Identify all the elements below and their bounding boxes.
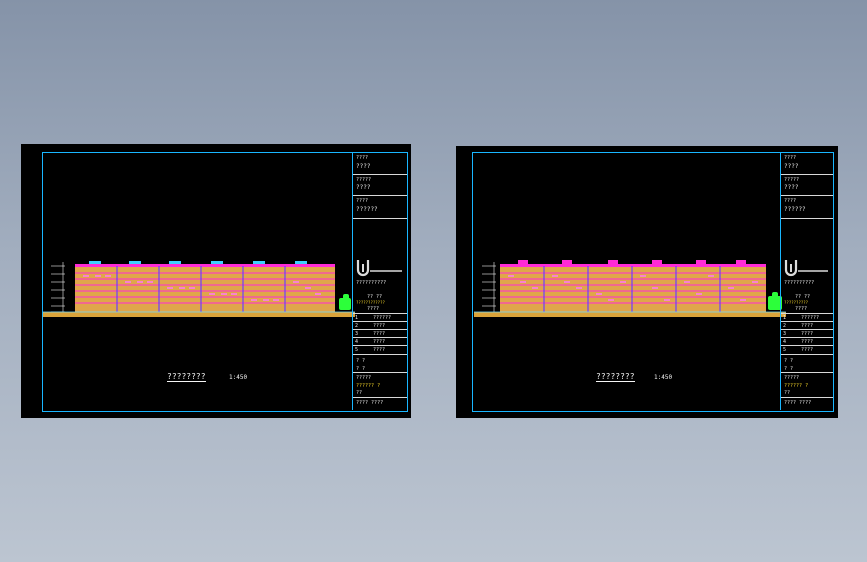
drawing-title: ???????? bbox=[596, 372, 635, 382]
drawing-scale: 1:450 bbox=[654, 374, 673, 381]
sign-row: ????? bbox=[356, 375, 372, 381]
tree-icon bbox=[339, 294, 351, 310]
drawing-sheet-2[interactable]: ???????? 1:450 ???? ???? ????? ???? ????… bbox=[456, 146, 838, 418]
building-elevation[interactable] bbox=[43, 254, 355, 324]
list-value: ???? bbox=[373, 347, 386, 353]
level-markers bbox=[482, 262, 496, 314]
tb-row: ???? bbox=[356, 163, 371, 170]
tb-row: ???? bbox=[784, 198, 797, 204]
list-code: 5 bbox=[355, 347, 359, 353]
sign-row: ?? bbox=[784, 390, 791, 396]
tb-row: ???? bbox=[356, 155, 369, 161]
designer-logo-icon bbox=[356, 260, 402, 277]
tb-row: ?????? bbox=[356, 206, 378, 213]
sign-row: ????? bbox=[784, 375, 800, 381]
tb-row: ???? bbox=[784, 163, 799, 170]
sign-row: ?????? ? bbox=[784, 383, 809, 389]
tb-row: ????? bbox=[784, 177, 800, 183]
roof-parapet bbox=[500, 264, 766, 267]
list-code: 5 bbox=[783, 347, 787, 353]
company-line: ?????????? bbox=[356, 280, 387, 286]
sign-row: ? ? bbox=[784, 358, 794, 364]
list-value: ???? bbox=[801, 347, 814, 353]
title-block: ???? ???? ????? ???? ???? ?????? ???????… bbox=[352, 152, 407, 410]
roof-structures bbox=[518, 260, 746, 264]
roof-parapet bbox=[75, 264, 335, 267]
sign-row: ?????? ? bbox=[356, 383, 381, 389]
tb-footer: ???? ???? bbox=[784, 400, 812, 406]
sign-row: ? ? bbox=[356, 358, 366, 364]
drawing-scale: 1:450 bbox=[229, 374, 248, 381]
tb-row: ???? bbox=[356, 198, 369, 204]
ground-line bbox=[43, 312, 355, 317]
ground-line bbox=[474, 312, 786, 317]
company-line: ?????????? bbox=[784, 280, 815, 286]
tb-mid-row: ???? bbox=[367, 306, 380, 312]
tb-row: ???? bbox=[356, 184, 371, 191]
tb-mid-row: ???? bbox=[795, 306, 808, 312]
tb-row: ?????? bbox=[784, 206, 806, 213]
drawing-sheet-1[interactable]: ???????? 1:450 ???? ???? ????? ???? ????… bbox=[21, 144, 411, 418]
tb-row: ???? bbox=[784, 184, 799, 191]
level-markers bbox=[51, 262, 65, 316]
designer-logo-icon bbox=[784, 260, 828, 277]
tb-row: ???? bbox=[784, 155, 797, 161]
tb-footer: ???? ???? bbox=[356, 400, 384, 406]
title-block: ???? ???? ????? ???? ???? ?????? ???????… bbox=[780, 152, 833, 410]
roof-structures bbox=[89, 261, 307, 264]
drawing-title: ???????? bbox=[167, 372, 206, 382]
building-elevation[interactable] bbox=[474, 254, 786, 324]
tb-row: ????? bbox=[356, 177, 372, 183]
sign-row: ?? bbox=[356, 390, 363, 396]
